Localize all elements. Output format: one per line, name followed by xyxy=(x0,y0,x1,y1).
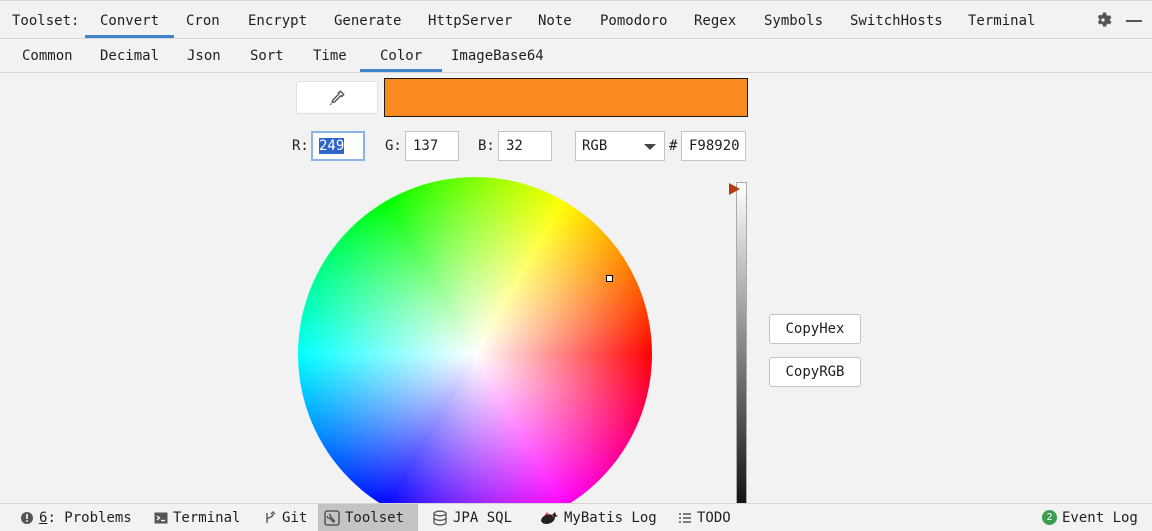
subtab-color[interactable]: Color xyxy=(360,39,443,72)
tab-generate[interactable]: Generate xyxy=(319,1,416,38)
list-icon xyxy=(679,512,691,523)
event-count-badge: 2 xyxy=(1042,510,1057,525)
jpa-sql-label: JPA SQL xyxy=(453,509,513,526)
mybatis-log-tool-button[interactable]: MyBatis Log xyxy=(533,504,663,531)
toolset-tool-button[interactable]: Toolset xyxy=(318,504,418,531)
brightness-slider[interactable] xyxy=(736,182,747,531)
g-label: G: xyxy=(385,138,402,154)
jpa-sql-tool-button[interactable]: JPA SQL xyxy=(426,504,518,531)
r-value: 249 xyxy=(319,138,345,154)
copy-hex-button[interactable]: CopyHex xyxy=(769,314,861,344)
mybatis-log-label: MyBatis Log xyxy=(564,509,657,526)
color-mode-select[interactable]: RGB xyxy=(575,131,665,161)
color-swatch xyxy=(384,78,748,117)
tab-pomodoro[interactable]: Pomodoro xyxy=(585,1,682,38)
toolset-label: Toolset: xyxy=(12,13,80,29)
todo-tool-button[interactable]: TODO xyxy=(672,504,737,531)
r-label: R: xyxy=(292,138,309,154)
tab-encrypt[interactable]: Encrypt xyxy=(233,1,322,38)
terminal-icon xyxy=(154,512,168,523)
gear-icon[interactable] xyxy=(1094,11,1112,29)
tab-switchhosts[interactable]: SwitchHosts xyxy=(835,1,958,38)
convert-subtabbar: Common Decimal Json Sort Time Color Imag… xyxy=(0,39,1152,73)
hash-label: # xyxy=(669,138,678,154)
problems-label: : Problems xyxy=(47,509,132,526)
hex-input[interactable]: F98920 xyxy=(681,131,746,161)
color-wheel[interactable] xyxy=(298,177,652,531)
subtab-imagebase64[interactable]: ImageBase64 xyxy=(431,39,564,72)
tab-terminal[interactable]: Terminal xyxy=(953,1,1050,38)
event-log-label: Event Log xyxy=(1062,509,1138,526)
warning-icon xyxy=(21,511,33,524)
g-input[interactable]: 137 xyxy=(405,131,459,161)
chevron-down-icon xyxy=(644,144,656,150)
copy-rgb-button[interactable]: CopyRGB xyxy=(769,357,861,387)
slider-thumb[interactable] xyxy=(729,183,740,195)
event-log-tool-button[interactable]: 2 Event Log xyxy=(1036,504,1144,531)
git-branch-icon xyxy=(266,510,276,523)
eyedropper-button[interactable] xyxy=(296,81,378,114)
toolset-icon xyxy=(324,509,340,526)
git-tool-button[interactable]: Git xyxy=(257,504,313,531)
tab-httpserver[interactable]: HttpServer xyxy=(413,1,527,38)
bird-icon xyxy=(541,511,558,524)
todo-label: TODO xyxy=(697,509,731,526)
subtab-time[interactable]: Time xyxy=(293,39,367,72)
r-input[interactable]: 249 xyxy=(311,131,365,161)
tab-regex[interactable]: Regex xyxy=(679,1,751,38)
b-input[interactable]: 32 xyxy=(498,131,552,161)
tool-window-bar: 6: Problems Terminal Git Toolset JPA SQL… xyxy=(0,503,1152,531)
wheel-marker[interactable] xyxy=(606,275,613,282)
color-mode-value: RGB xyxy=(582,138,608,154)
tab-convert[interactable]: Convert xyxy=(85,1,175,38)
tab-cron[interactable]: Cron xyxy=(171,1,235,38)
terminal-tool-button[interactable]: Terminal xyxy=(148,504,246,531)
tab-symbols[interactable]: Symbols xyxy=(749,1,838,38)
eyedropper-icon xyxy=(329,90,345,105)
subtab-decimal[interactable]: Decimal xyxy=(80,39,179,72)
subtab-common[interactable]: Common xyxy=(2,39,93,72)
git-label: Git xyxy=(282,509,308,526)
toolset-tabbar: Toolset: Convert Cron Encrypt Generate H… xyxy=(0,0,1152,39)
b-label: B: xyxy=(478,138,495,154)
toolset-status-label: Toolset xyxy=(345,509,405,526)
minimize-icon[interactable] xyxy=(1126,19,1142,22)
tab-note[interactable]: Note xyxy=(523,1,587,38)
terminal-label: Terminal xyxy=(173,509,241,526)
database-icon xyxy=(433,510,447,525)
problems-tool-button[interactable]: 6: Problems xyxy=(14,504,138,531)
